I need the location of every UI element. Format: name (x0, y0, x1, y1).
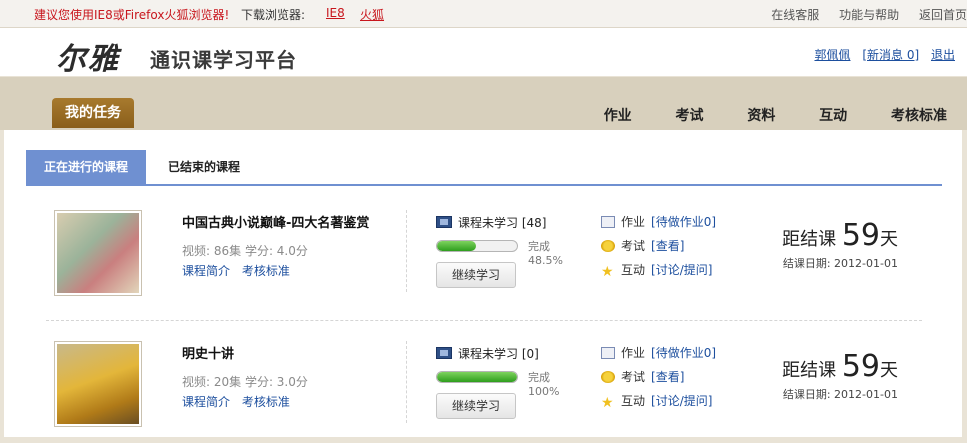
header: 尔雅 通识课学习平台 郭佩佩 [新消息 0] 退出 (0, 28, 967, 77)
nav-item-exam[interactable]: 考试 (676, 108, 704, 124)
user-links: 郭佩佩 [新消息 0] 退出 (806, 46, 955, 63)
divider (406, 341, 407, 423)
course-meta: 视频: 20集 学分: 3.0分 (182, 375, 308, 389)
exam-label: 考试 (621, 239, 646, 253)
continue-learning-button[interactable]: 继续学习 (436, 262, 516, 288)
course-links: 课程简介 考核标准 (182, 393, 298, 410)
divider (406, 210, 407, 292)
interact-label: 互动 (621, 394, 646, 408)
video-icon (436, 347, 452, 359)
logo-text: 通识课学习平台 (150, 48, 297, 72)
unlearned-count: 课程未学习 [0] (458, 347, 539, 361)
interact-link[interactable]: [讨论/提问] (651, 394, 712, 408)
continue-learning-button[interactable]: 继续学习 (436, 393, 516, 419)
firefox-download-link[interactable]: 火狐 (360, 6, 384, 23)
tab-ongoing-courses[interactable]: 正在进行的课程 (26, 150, 146, 184)
course-tabs: 正在进行的课程 已结束的课程 (26, 150, 942, 186)
tab-my-task[interactable]: 我的任务 (52, 98, 134, 128)
course-standard-link[interactable]: 考核标准 (242, 395, 290, 409)
star-icon: ★ (601, 395, 614, 411)
course-tasks: 作业 [待做作业0] 考试 [查看] ★ 互动 [讨论/提问] (601, 343, 716, 415)
nav-item-assessment[interactable]: 考核标准 (891, 108, 947, 124)
course-title[interactable]: 中国古典小说巅峰-四大名著鉴赏 (182, 212, 369, 231)
nav-item-materials[interactable]: 资料 (747, 108, 775, 124)
course-separator (46, 320, 922, 321)
help-link[interactable]: 功能与帮助 (839, 8, 899, 22)
new-message-link[interactable]: [新消息 0] (862, 48, 919, 62)
tab-finished-courses[interactable]: 已结束的课程 (168, 150, 240, 184)
course-panel: 正在进行的课程 已结束的课程 中国古典小说巅峰-四大名著鉴赏 视频: 86集 学… (4, 130, 962, 437)
homework-label: 作业 (621, 215, 646, 229)
days-prefix: 距结课 (782, 229, 837, 250)
days-remaining: 59 (841, 349, 880, 384)
homework-icon (601, 347, 615, 359)
main-nav: 我的任务 作业 考试 资料 互动 考核标准 (0, 77, 967, 130)
ie8-download-link[interactable]: IE8 (326, 6, 345, 20)
star-icon: ★ (601, 264, 614, 280)
days-suffix: 天 (880, 229, 898, 250)
progress-bar (436, 240, 518, 252)
top-notice-bar: 建议您使用IE8或Firefox火狐浏览器! 下载浏览器: IE8 火狐 在线客… (0, 0, 967, 28)
unlearned-count: 课程未学习 [48] (458, 216, 547, 230)
course-standard-link[interactable]: 考核标准 (242, 264, 290, 278)
user-name-link[interactable]: 郭佩佩 (814, 48, 850, 62)
online-service-link[interactable]: 在线客服 (771, 8, 819, 22)
progress-text: 完成48.5% (528, 240, 563, 267)
homework-icon (601, 216, 615, 228)
home-link[interactable]: 返回首页 (919, 8, 967, 22)
video-icon (436, 216, 452, 228)
course-item: 明史十讲 视频: 20集 学分: 3.0分 课程简介 考核标准 课程未学习 [0… (26, 333, 942, 443)
homework-label: 作业 (621, 346, 646, 360)
browser-warning: 建议您使用IE8或Firefox火狐浏览器! (34, 8, 230, 22)
course-title[interactable]: 明史十讲 (182, 343, 234, 362)
course-progress: 课程未学习 [48] 完成48.5% 继续学习 (436, 214, 563, 288)
course-thumbnail[interactable] (54, 341, 142, 427)
days-prefix: 距结课 (782, 360, 837, 381)
exam-link[interactable]: [查看] (651, 239, 684, 253)
course-intro-link[interactable]: 课程简介 (182, 395, 230, 409)
nav-item-interaction[interactable]: 互动 (819, 108, 847, 124)
exam-label: 考试 (621, 370, 646, 384)
course-tasks: 作业 [待做作业0] 考试 [查看] ★ 互动 [讨论/提问] (601, 212, 716, 284)
exam-medal-icon (601, 371, 615, 383)
course-intro-link[interactable]: 课程简介 (182, 264, 230, 278)
end-date: 结课日期: 2012-01-01 (782, 388, 898, 401)
homework-link[interactable]: [待做作业0] (651, 215, 716, 229)
progress-fill (437, 372, 517, 382)
homework-link[interactable]: [待做作业0] (651, 346, 716, 360)
top-right-links: 在线客服 功能与帮助 返回首页 (755, 6, 967, 23)
course-deadline: 距结课 59天 结课日期: 2012-01-01 (782, 349, 898, 402)
course-progress: 课程未学习 [0] 完成100% 继续学习 (436, 345, 559, 419)
interact-link[interactable]: [讨论/提问] (651, 263, 712, 277)
course-links: 课程简介 考核标准 (182, 262, 298, 279)
nav-item-homework[interactable]: 作业 (604, 108, 632, 124)
logo-calligraphy: 尔雅 (56, 42, 120, 77)
logout-link[interactable]: 退出 (931, 48, 955, 62)
days-remaining: 59 (841, 218, 880, 253)
progress-text: 完成100% (528, 371, 560, 398)
course-deadline: 距结课 59天 结课日期: 2012-01-01 (782, 218, 898, 271)
course-meta: 视频: 86集 学分: 4.0分 (182, 244, 308, 258)
progress-bar (436, 371, 518, 383)
days-suffix: 天 (880, 360, 898, 381)
end-date: 结课日期: 2012-01-01 (782, 257, 898, 270)
progress-fill (437, 241, 476, 251)
download-label: 下载浏览器: (241, 8, 306, 22)
exam-link[interactable]: [查看] (651, 370, 684, 384)
exam-medal-icon (601, 240, 615, 252)
course-thumbnail[interactable] (54, 210, 142, 296)
nav-items: 作业 考试 资料 互动 考核标准 (564, 105, 947, 125)
course-item: 中国古典小说巅峰-四大名著鉴赏 视频: 86集 学分: 4.0分 课程简介 考核… (26, 202, 942, 312)
interact-label: 互动 (621, 263, 646, 277)
